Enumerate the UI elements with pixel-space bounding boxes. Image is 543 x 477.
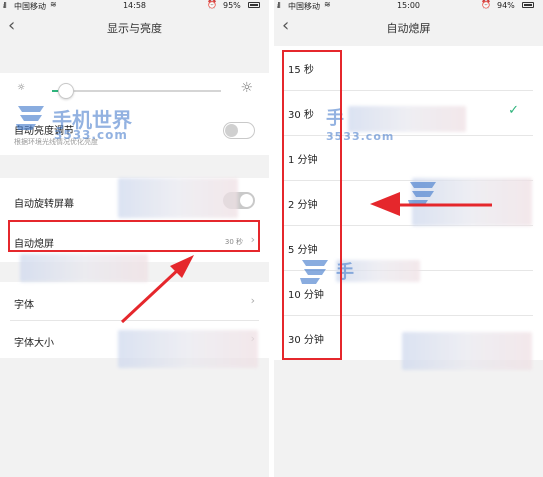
pointer-arrow-icon xyxy=(120,255,194,324)
display-brightness-screen: ᵢll 中国移动 ≋ 14:58 ⏰ 95% ‹ 显示与亮度 ☼ ☼ 自动亮度调… xyxy=(0,0,269,477)
auto-lock-screen: ᵢll 中国移动 ≋ 15:00 ⏰ 94% ‹ 自动熄屏 15 秒 30 秒 … xyxy=(274,0,543,477)
pointer-arrow-icon xyxy=(370,192,492,216)
